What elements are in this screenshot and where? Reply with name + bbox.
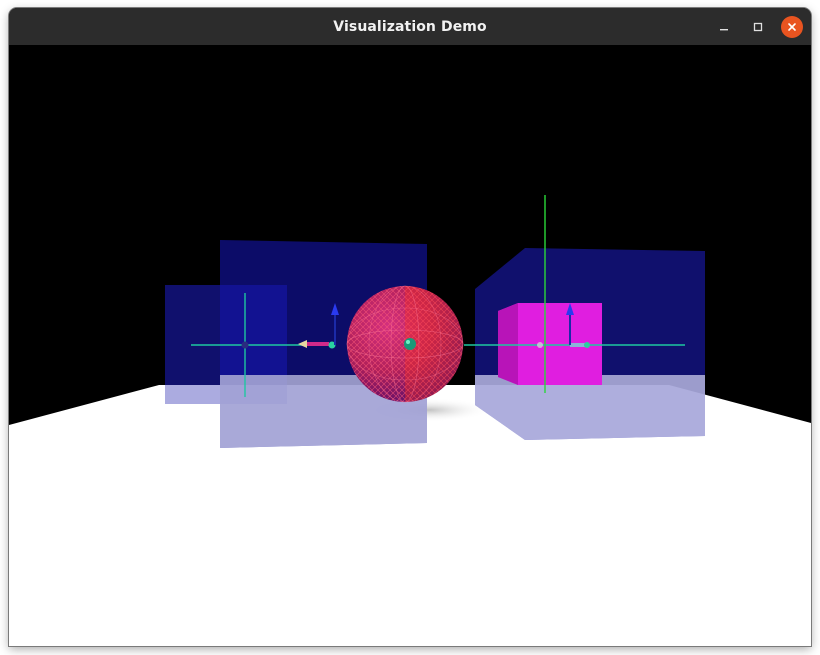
wireframe-sphere [346, 285, 464, 403]
app-window: Visualization Demo [9, 8, 811, 646]
maximize-icon [753, 22, 763, 32]
window-title: Visualization Demo [333, 18, 487, 35]
maximize-button[interactable] [747, 16, 769, 38]
minimize-button[interactable] [713, 16, 735, 38]
title-bar[interactable]: Visualization Demo [9, 8, 811, 46]
3d-viewport[interactable] [9, 45, 811, 646]
minimize-icon [720, 29, 728, 31]
close-button[interactable] [781, 16, 803, 38]
scene-canvas[interactable] [9, 45, 811, 646]
close-icon [788, 23, 796, 31]
